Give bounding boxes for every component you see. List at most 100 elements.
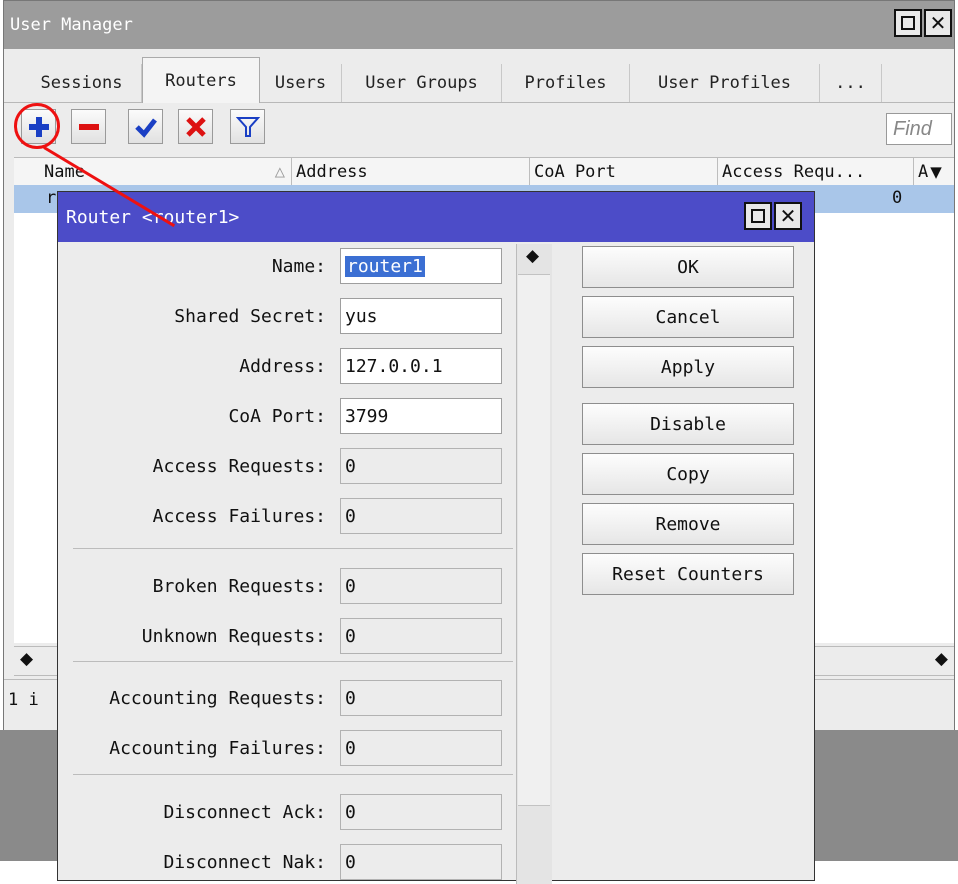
tab-label: User Groups [365, 73, 478, 93]
find-input[interactable]: Find [886, 113, 952, 145]
access-failures-value: 0 [345, 505, 356, 527]
col-label: Access Requ... [722, 162, 866, 182]
copy-label: Copy [666, 463, 710, 485]
accounting-requests-value: 0 [345, 687, 356, 709]
tab-users[interactable]: Users [260, 64, 342, 102]
maximize-icon [751, 209, 765, 223]
close-button[interactable]: ✕ [924, 9, 952, 37]
reset-counters-button[interactable]: Reset Counters [582, 553, 794, 595]
name-input[interactable]: router1 [340, 248, 502, 284]
tab-label: Profiles [524, 73, 607, 93]
shared-secret-input[interactable]: yus [340, 298, 502, 334]
row-access-requests: 0 [892, 188, 903, 208]
cancel-label: Cancel [655, 306, 721, 328]
tab-routers[interactable]: Routers [142, 57, 260, 103]
dialog-titlebar[interactable]: Router <router1> ✕ [58, 192, 814, 242]
address-label: Address: [239, 356, 326, 377]
separator [73, 661, 513, 662]
filter-icon [235, 116, 260, 137]
tab-profiles[interactable]: Profiles [502, 64, 630, 102]
dialog-maximize-button[interactable] [744, 202, 772, 230]
scroll-thumb[interactable] [518, 274, 550, 806]
ok-button[interactable]: OK [582, 246, 794, 288]
dropdown-icon: ▼ [930, 163, 942, 181]
col-label: Name [44, 162, 85, 182]
tab-label: User Profiles [657, 73, 792, 93]
tab-label: ... [835, 73, 866, 93]
disconnect-nak-label: Disconnect Nak: [163, 852, 326, 873]
find-placeholder: Find [893, 117, 932, 140]
col-more[interactable]: A ▼ [914, 158, 954, 186]
grid-header: Name △ Address CoA Port Access Requ... A… [14, 157, 954, 187]
unknown-requests-label: Unknown Requests: [141, 626, 326, 647]
enable-button[interactable] [128, 109, 163, 144]
toolbar: Find [4, 103, 954, 153]
access-failures-field: 0 [340, 498, 502, 534]
disconnect-ack-value: 0 [345, 801, 356, 823]
coa-port-input[interactable]: 3799 [340, 398, 502, 434]
col-coa-port[interactable]: CoA Port [530, 158, 718, 186]
shared-secret-value: yus [345, 305, 378, 327]
broken-requests-field: 0 [340, 568, 502, 604]
disable-label: Disable [650, 413, 726, 435]
dialog-title: Router <router1> [66, 206, 240, 228]
coa-port-label: CoA Port: [228, 406, 326, 427]
maximize-icon [901, 16, 915, 30]
minus-icon [78, 123, 99, 130]
tab-label: Sessions [40, 73, 123, 93]
shared-secret-label: Shared Secret: [174, 306, 326, 327]
separator [73, 548, 513, 549]
col-name[interactable]: Name △ [40, 158, 292, 186]
cancel-button[interactable]: Cancel [582, 296, 794, 338]
broken-requests-label: Broken Requests: [152, 576, 326, 597]
col-access-requests[interactable]: Access Requ... [718, 158, 914, 186]
address-input[interactable]: 127.0.0.1 [340, 348, 502, 384]
disable-button[interactable]: Disable [582, 403, 794, 445]
scroll-left-icon[interactable]: ◆ [20, 649, 33, 669]
disconnect-ack-field: 0 [340, 794, 502, 830]
broken-requests-value: 0 [345, 575, 356, 597]
tab-user-profiles[interactable]: User Profiles [630, 64, 820, 102]
col-address[interactable]: Address [292, 158, 530, 186]
accounting-requests-label: Accounting Requests: [109, 688, 326, 709]
address-value: 127.0.0.1 [345, 355, 443, 377]
copy-button[interactable]: Copy [582, 453, 794, 495]
tab-label: Routers [165, 70, 237, 91]
access-failures-label: Access Failures: [152, 506, 326, 527]
window-titlebar[interactable]: User Manager ✕ [4, 1, 954, 49]
router-dialog: Router <router1> ✕ Name: router1 Shared … [57, 191, 815, 884]
accounting-failures-label: Accounting Failures: [109, 738, 326, 759]
unknown-requests-field: 0 [340, 618, 502, 654]
tab-user-groups[interactable]: User Groups [342, 64, 502, 102]
tab-more[interactable]: ... [820, 64, 882, 102]
x-icon [185, 116, 206, 137]
tab-sessions[interactable]: Sessions [22, 64, 142, 102]
item-count: 1 i [8, 689, 39, 710]
remove-button[interactable]: Remove [582, 503, 794, 545]
name-value: router1 [345, 255, 425, 277]
disable-button[interactable] [178, 109, 213, 144]
ok-label: OK [677, 256, 699, 278]
apply-button[interactable]: Apply [582, 346, 794, 388]
coa-port-value: 3799 [345, 405, 389, 427]
dialog-scrollbar[interactable]: ◆ [516, 244, 552, 884]
access-requests-label: Access Requests: [152, 456, 326, 477]
accounting-failures-field: 0 [340, 730, 502, 766]
window-title: User Manager [10, 15, 133, 35]
scroll-up-icon[interactable]: ◆ [526, 246, 539, 266]
remove-button[interactable] [71, 109, 106, 144]
annotation-circle [14, 103, 60, 149]
remove-label: Remove [655, 513, 721, 535]
filter-button[interactable] [230, 109, 265, 144]
scroll-right-icon[interactable]: ◆ [935, 649, 948, 669]
check-icon [134, 117, 157, 138]
name-label: Name: [271, 256, 326, 277]
sort-icon: △ [274, 162, 285, 182]
row-name: r [46, 188, 57, 208]
dialog-close-button[interactable]: ✕ [774, 202, 802, 230]
maximize-button[interactable] [894, 9, 922, 37]
apply-label: Apply [660, 356, 716, 378]
unknown-requests-value: 0 [345, 625, 356, 647]
accounting-failures-value: 0 [345, 737, 356, 759]
disconnect-nak-field: 0 [340, 844, 502, 880]
